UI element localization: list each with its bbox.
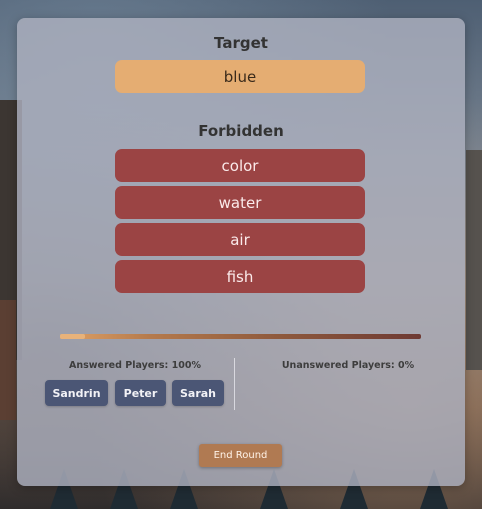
end-round-button[interactable]: End Round xyxy=(199,444,282,467)
players-divider xyxy=(234,358,235,410)
background-house xyxy=(0,300,16,420)
answered-players-label: Answered Players: 100% xyxy=(69,360,201,371)
forbidden-word-card: fish xyxy=(115,260,365,293)
forbidden-word-card: water xyxy=(115,186,365,219)
forbidden-word-card: color xyxy=(115,149,365,182)
forbidden-title: Forbidden xyxy=(198,122,284,140)
background-house xyxy=(466,150,482,370)
target-word-card: blue xyxy=(115,60,365,93)
round-timer-bar xyxy=(60,334,421,339)
game-round-panel: Target blue Forbidden color water air fi… xyxy=(17,18,465,486)
round-timer-fill xyxy=(60,334,86,339)
player-button-peter[interactable]: Peter xyxy=(115,380,166,406)
unanswered-players-label: Unanswered Players: 0% xyxy=(281,360,415,371)
player-button-sandrin[interactable]: Sandrin xyxy=(45,380,108,406)
player-button-sarah[interactable]: Sarah xyxy=(172,380,224,406)
target-title: Target xyxy=(214,34,268,52)
forbidden-word-card: air xyxy=(115,223,365,256)
